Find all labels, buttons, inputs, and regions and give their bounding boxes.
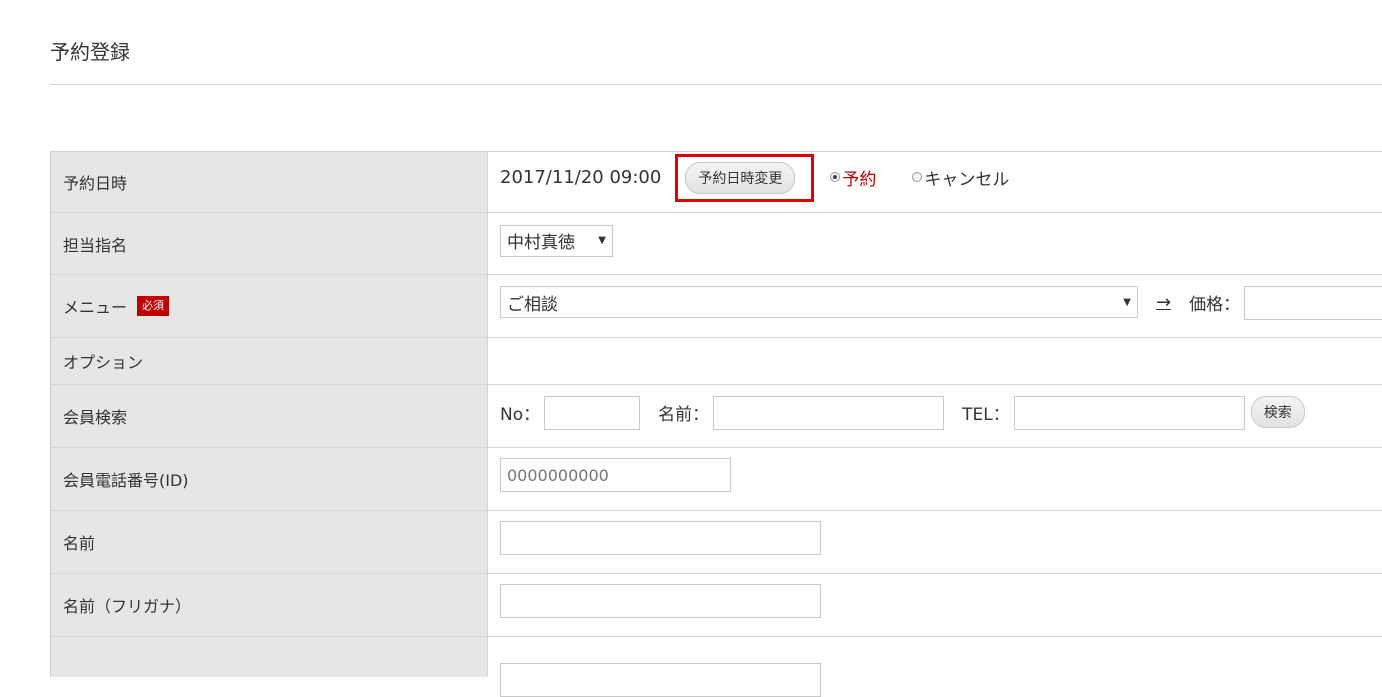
price-input[interactable]	[1244, 286, 1382, 320]
highlight-box: 予約日時変更	[675, 154, 815, 202]
no-label: No：	[500, 404, 541, 425]
value-member-search: No： 名前： TEL： 検索	[488, 385, 1382, 447]
value-menu: ご相談 ▼ → 価格：	[488, 275, 1382, 337]
tel-label: TEL：	[962, 404, 1010, 425]
radio-cancel[interactable]: キャンセル	[912, 165, 1009, 190]
chevron-down-icon: ▼	[598, 235, 606, 246]
label-member-search: 会員検索	[51, 385, 488, 447]
label-name-kana: 名前（フリガナ）	[51, 574, 488, 636]
member-no-input[interactable]	[544, 396, 641, 430]
page-title: 予約登録	[50, 40, 130, 64]
title-divider	[50, 84, 1382, 85]
member-tel-input[interactable]	[1013, 396, 1245, 430]
row-staff: 担当指名 中村真徳 ▼	[51, 213, 1382, 275]
value-name-kana	[488, 574, 1382, 636]
row-datetime: 予約日時 2017/11/20 09:00 予約日時変更 予約 キャンセル	[51, 152, 1382, 213]
name-kana-input[interactable]	[500, 584, 821, 618]
label-staff: 担当指名	[51, 213, 488, 274]
label-name: 名前	[51, 511, 488, 573]
menu-select[interactable]: ご相談 ▼	[500, 286, 1138, 318]
member-name-input[interactable]	[713, 396, 945, 430]
chevron-down-icon: ▼	[1123, 296, 1131, 308]
label-option: オプション	[51, 338, 488, 384]
staff-select[interactable]: 中村真徳 ▼	[500, 224, 613, 257]
reservation-datetime: 2017/11/20 09:00	[500, 166, 662, 188]
staff-select-value: 中村真徳	[507, 233, 575, 253]
menu-select-value: ご相談	[507, 294, 558, 315]
required-badge: 必須	[137, 296, 170, 316]
row-member-phone: 会員電話番号(ID)	[51, 448, 1382, 511]
value-option	[488, 338, 1382, 384]
label-menu: メニュー	[63, 298, 128, 317]
label-member-phone: 会員電話番号(ID)	[51, 448, 488, 510]
next-input[interactable]	[500, 663, 821, 697]
price-label: 価格：	[1189, 294, 1241, 315]
label-datetime: 予約日時	[51, 152, 488, 212]
row-member-search: 会員検索 No： 名前： TEL： 検索	[51, 385, 1382, 448]
row-name-kana: 名前（フリガナ）	[51, 574, 1382, 637]
radio-reserve-dot	[830, 172, 841, 182]
radio-cancel-label: キャンセル	[924, 169, 1010, 190]
row-menu: メニュー 必須 ご相談 ▼ → 価格：	[51, 275, 1382, 338]
member-phone-input[interactable]	[500, 458, 731, 492]
radio-cancel-dot	[912, 172, 923, 182]
reservation-form: 予約日時 2017/11/20 09:00 予約日時変更 予約 キャンセル 担当…	[50, 151, 1382, 697]
name-input[interactable]	[500, 521, 821, 555]
value-name	[488, 511, 1382, 573]
change-datetime-button[interactable]: 予約日時変更	[685, 162, 796, 194]
value-staff: 中村真徳 ▼	[488, 213, 1382, 274]
value-member-phone	[488, 448, 1382, 510]
label-next	[51, 637, 488, 677]
name-label: 名前：	[658, 404, 710, 425]
arrow-icon: →	[1156, 291, 1172, 313]
value-datetime: 2017/11/20 09:00 予約日時変更 予約 キャンセル	[488, 152, 1382, 212]
search-button[interactable]: 検索	[1250, 396, 1305, 428]
row-name: 名前	[51, 511, 1382, 574]
row-option: オプション	[51, 338, 1382, 385]
row-next	[51, 637, 1382, 697]
label-menu-cell: メニュー 必須	[51, 275, 488, 337]
radio-reserve[interactable]: 予約	[830, 165, 876, 190]
radio-reserve-label: 予約	[842, 169, 877, 190]
value-next	[488, 637, 1382, 697]
